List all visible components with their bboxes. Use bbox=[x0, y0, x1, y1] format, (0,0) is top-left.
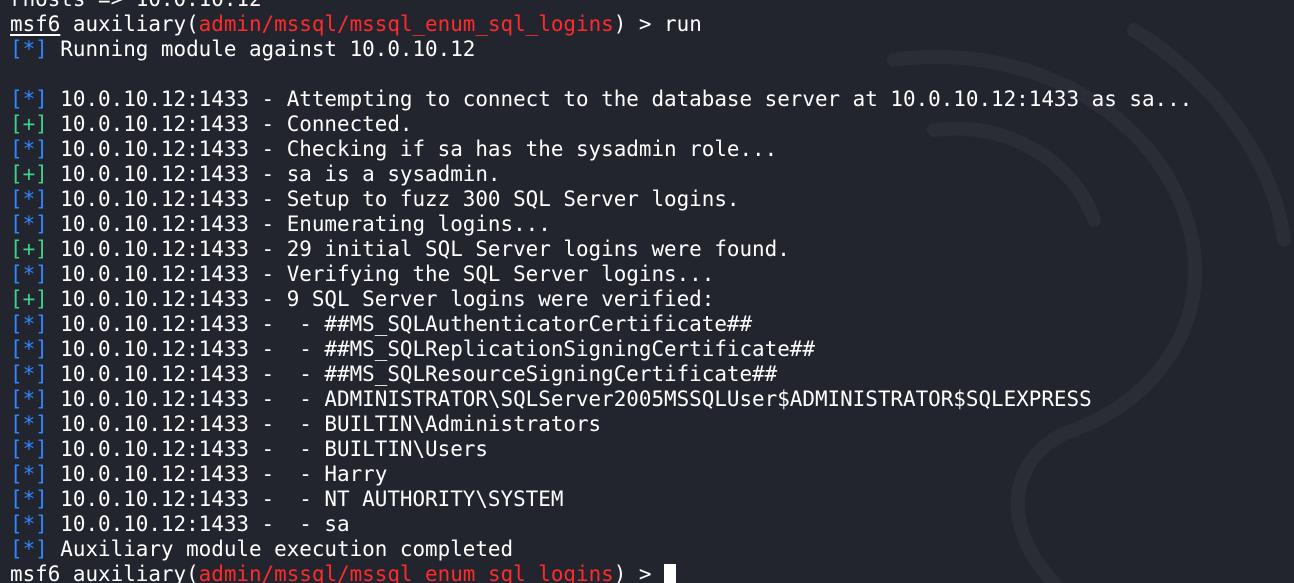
output-text: 10.0.10.12:1433 - - Harry bbox=[47, 462, 388, 486]
info-marker: [*] bbox=[10, 137, 48, 161]
output-line: [*] 10.0.10.12:1433 - - NT AUTHORITY\SYS… bbox=[10, 487, 1294, 512]
output-text: 10.0.10.12:1433 - Enumerating logins... bbox=[47, 212, 551, 236]
output-text: 10.0.10.12:1433 - - sa bbox=[47, 512, 350, 536]
output-text: 10.0.10.12:1433 - 29 initial SQL Server … bbox=[47, 237, 790, 261]
info-marker: [*] bbox=[10, 512, 48, 536]
output-line: [+] 10.0.10.12:1433 - sa is a sysadmin. bbox=[10, 162, 1294, 187]
output-text: 10.0.10.12:1433 - Attempting to connect … bbox=[47, 87, 1193, 111]
info-marker: [*] bbox=[10, 537, 48, 561]
output-line: [*] 10.0.10.12:1433 - - ##MS_SQLAuthenti… bbox=[10, 312, 1294, 337]
prompt-context-close: ) > bbox=[613, 12, 665, 36]
success-marker: [+] bbox=[10, 162, 48, 186]
success-marker: [+] bbox=[10, 112, 48, 136]
info-marker: [*] bbox=[10, 437, 48, 461]
output-text: 10.0.10.12:1433 - - ADMINISTRATOR\SQLSer… bbox=[47, 387, 1092, 411]
info-marker: [*] bbox=[10, 487, 48, 511]
output-text: 10.0.10.12:1433 - 9 SQL Server logins we… bbox=[47, 287, 715, 311]
output-text: 10.0.10.12:1433 - - NT AUTHORITY\SYSTEM bbox=[47, 487, 564, 511]
info-marker: [*] bbox=[10, 262, 48, 286]
output-line: [*] 10.0.10.12:1433 - Setup to fuzz 300 … bbox=[10, 187, 1294, 212]
terminal-output[interactable]: rhosts => 10.0.10.12 msf6 auxiliary(admi… bbox=[10, 0, 1294, 583]
prompt-prefix: msf6 bbox=[10, 12, 61, 36]
info-marker: [*] bbox=[10, 412, 48, 436]
output-text: 10.0.10.12:1433 - Verifying the SQL Serv… bbox=[47, 262, 715, 286]
output-line: [*] Running module against 10.0.10.12 bbox=[10, 37, 1294, 62]
info-marker: [*] bbox=[10, 187, 48, 211]
output-text: 10.0.10.12:1433 - - ##MS_SQLAuthenticato… bbox=[47, 312, 753, 336]
output-text: Auxiliary module execution completed bbox=[47, 537, 514, 561]
previous-command-line: rhosts => 10.0.10.12 bbox=[10, 0, 1294, 12]
output-line: [*] 10.0.10.12:1433 - - BUILTIN\Administ… bbox=[10, 412, 1294, 437]
success-marker: [+] bbox=[10, 287, 48, 311]
prompt-context-open: auxiliary( bbox=[60, 12, 199, 36]
output-text: 10.0.10.12:1433 - Connected. bbox=[47, 112, 413, 136]
output-line: [*] 10.0.10.12:1433 - Attempting to conn… bbox=[10, 87, 1294, 112]
info-marker: [*] bbox=[10, 337, 48, 361]
output-line: [*] 10.0.10.12:1433 - Checking if sa has… bbox=[10, 137, 1294, 162]
output-text: 10.0.10.12:1433 - Setup to fuzz 300 SQL … bbox=[47, 187, 740, 211]
output-line: [*] 10.0.10.12:1433 - - Harry bbox=[10, 462, 1294, 487]
output-line: [+] 10.0.10.12:1433 - 29 initial SQL Ser… bbox=[10, 237, 1294, 262]
prompt-module: admin/mssql/mssql_enum_sql_logins bbox=[198, 12, 614, 36]
output-text: 10.0.10.12:1433 - - ##MS_SQLResourceSign… bbox=[47, 362, 778, 386]
prompt-module: admin/mssql/mssql_enum_sql_logins bbox=[198, 562, 614, 583]
output-text: 10.0.10.12:1433 - - BUILTIN\Administrato… bbox=[47, 412, 602, 436]
output-line: [*] 10.0.10.12:1433 - - ##MS_SQLResource… bbox=[10, 362, 1294, 387]
output-line: [*] 10.0.10.12:1433 - Enumerating logins… bbox=[10, 212, 1294, 237]
output-text: 10.0.10.12:1433 - sa is a sysadmin. bbox=[47, 162, 501, 186]
output-line: [*] 10.0.10.12:1433 - - ##MS_SQLReplicat… bbox=[10, 337, 1294, 362]
output-text: 10.0.10.12:1433 - Checking if sa has the… bbox=[47, 137, 778, 161]
command-prompt-line: msf6 auxiliary(admin/mssql/mssql_enum_sq… bbox=[10, 12, 1294, 37]
output-line: [+] 10.0.10.12:1433 - Connected. bbox=[10, 112, 1294, 137]
output-line: [*] 10.0.10.12:1433 - Verifying the SQL … bbox=[10, 262, 1294, 287]
output-line: [*] Auxiliary module execution completed bbox=[10, 537, 1294, 562]
output-line: [*] 10.0.10.12:1433 - - sa bbox=[10, 512, 1294, 537]
text-cursor[interactable] bbox=[664, 564, 677, 583]
prompt-command: run bbox=[664, 12, 702, 36]
output-text: Running module against 10.0.10.12 bbox=[47, 37, 476, 61]
current-prompt-line[interactable]: msf6 auxiliary(admin/mssql/mssql_enum_sq… bbox=[10, 562, 1294, 583]
info-marker: [*] bbox=[10, 212, 48, 236]
output-line: [*] 10.0.10.12:1433 - - ADMINISTRATOR\SQ… bbox=[10, 387, 1294, 412]
info-marker: [*] bbox=[10, 362, 48, 386]
info-marker: [*] bbox=[10, 387, 48, 411]
success-marker: [+] bbox=[10, 237, 48, 261]
info-marker: [*] bbox=[10, 87, 48, 111]
prompt-context-open: auxiliary( bbox=[60, 562, 199, 583]
info-marker: [*] bbox=[10, 462, 48, 486]
output-line: [+] 10.0.10.12:1433 - 9 SQL Server login… bbox=[10, 287, 1294, 312]
prompt-prefix: msf6 bbox=[10, 562, 61, 583]
prompt-context-close: ) > bbox=[613, 562, 665, 583]
output-text: 10.0.10.12:1433 - - ##MS_SQLReplicationS… bbox=[47, 337, 815, 361]
command-output: [*] Running module against 10.0.10.12 [*]… bbox=[10, 37, 1294, 562]
output-text: 10.0.10.12:1433 - - BUILTIN\Users bbox=[47, 437, 488, 461]
info-marker: [*] bbox=[10, 37, 48, 61]
info-marker: [*] bbox=[10, 312, 48, 336]
output-line: [*] 10.0.10.12:1433 - - BUILTIN\Users bbox=[10, 437, 1294, 462]
